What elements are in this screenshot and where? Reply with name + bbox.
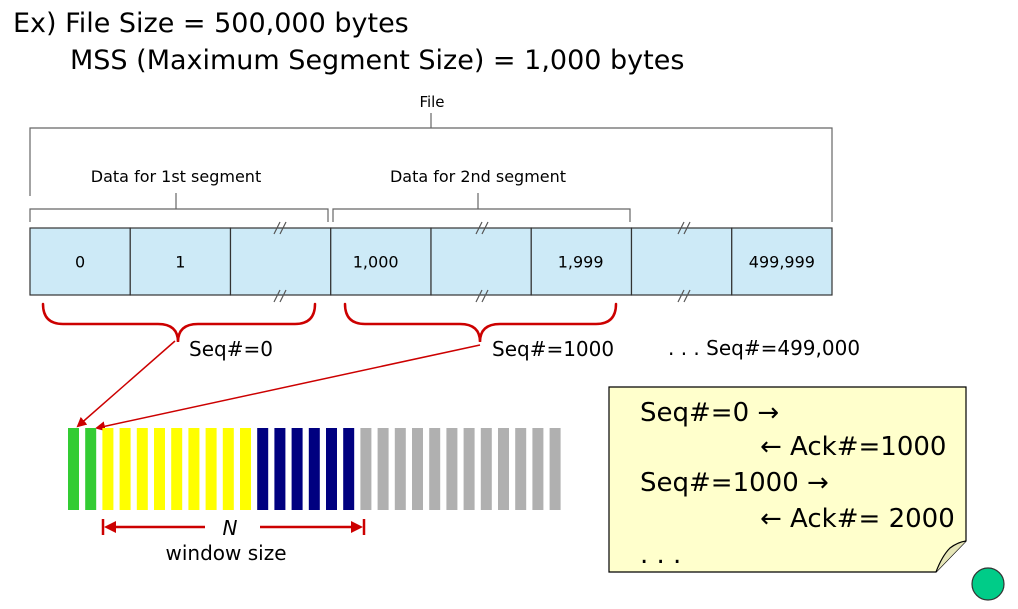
byte-cell-label: 0 bbox=[75, 253, 85, 272]
window-bars bbox=[68, 428, 561, 510]
window-bar bbox=[222, 428, 234, 510]
window-bar bbox=[498, 428, 509, 510]
window-n-label: N bbox=[223, 516, 238, 540]
window-bar bbox=[188, 428, 200, 510]
window-bar bbox=[171, 428, 183, 510]
window-bar bbox=[68, 428, 79, 510]
byte-cell-label: 1,000 bbox=[353, 253, 399, 272]
window-bar bbox=[85, 428, 97, 510]
segment1-label: Data for 1st segment bbox=[91, 167, 261, 186]
arrow-seq1000 bbox=[95, 344, 481, 432]
note-line-4: ← Ack#= 2000 bbox=[760, 504, 955, 534]
window-bar bbox=[549, 428, 561, 510]
window-bar bbox=[360, 428, 372, 510]
arrow-seq0 bbox=[76, 340, 176, 428]
seq-brace-1 bbox=[41, 302, 317, 343]
file-label: File bbox=[419, 93, 444, 111]
window-bar bbox=[326, 428, 337, 510]
note-line-3: Seq#=1000 → bbox=[640, 468, 829, 498]
window-bar bbox=[343, 428, 355, 510]
window-bar bbox=[154, 428, 165, 510]
window-bar bbox=[119, 428, 131, 510]
segment1-bracket bbox=[29, 193, 329, 222]
window-bar bbox=[532, 428, 544, 510]
window-bar bbox=[257, 428, 269, 510]
window-bar bbox=[412, 428, 423, 510]
note-line-1: Seq#=0 → bbox=[640, 398, 780, 428]
note-line-2: ← Ack#=1000 bbox=[760, 432, 947, 462]
segment2-bracket bbox=[332, 193, 631, 222]
seq-label-499000: . . . Seq#=499,000 bbox=[668, 336, 860, 360]
window-bar bbox=[136, 428, 148, 510]
window-bar bbox=[515, 428, 527, 510]
window-size-label: window size bbox=[165, 541, 286, 565]
seq-label-1000: Seq#=1000 bbox=[492, 337, 614, 361]
window-bar bbox=[102, 428, 114, 510]
window-bar bbox=[308, 428, 320, 510]
byte-cell bbox=[430, 227, 532, 296]
byte-cells: 0 1 1,000 1,999 499,999 bbox=[29, 227, 833, 296]
window-bar bbox=[429, 428, 441, 510]
window-bar bbox=[291, 428, 303, 510]
byte-cell-label: 1 bbox=[175, 253, 185, 272]
window-bar bbox=[205, 428, 217, 510]
window-bar bbox=[446, 428, 458, 510]
seq-label-0: Seq#=0 bbox=[189, 337, 273, 361]
window-bar bbox=[377, 428, 389, 510]
byte-cell-label: 499,999 bbox=[749, 253, 815, 272]
segment2-label: Data for 2nd segment bbox=[390, 167, 566, 186]
window-bar bbox=[463, 428, 475, 510]
byte-cell-label: 1,999 bbox=[558, 253, 604, 272]
window-bar bbox=[480, 428, 492, 510]
byte-cell bbox=[229, 227, 332, 296]
window-bar bbox=[394, 428, 406, 510]
note-line-5: . . . bbox=[640, 540, 682, 570]
byte-cell bbox=[630, 227, 733, 296]
window-bar bbox=[274, 428, 286, 510]
next-slide-button[interactable] bbox=[971, 567, 1005, 601]
window-bar bbox=[240, 428, 251, 510]
